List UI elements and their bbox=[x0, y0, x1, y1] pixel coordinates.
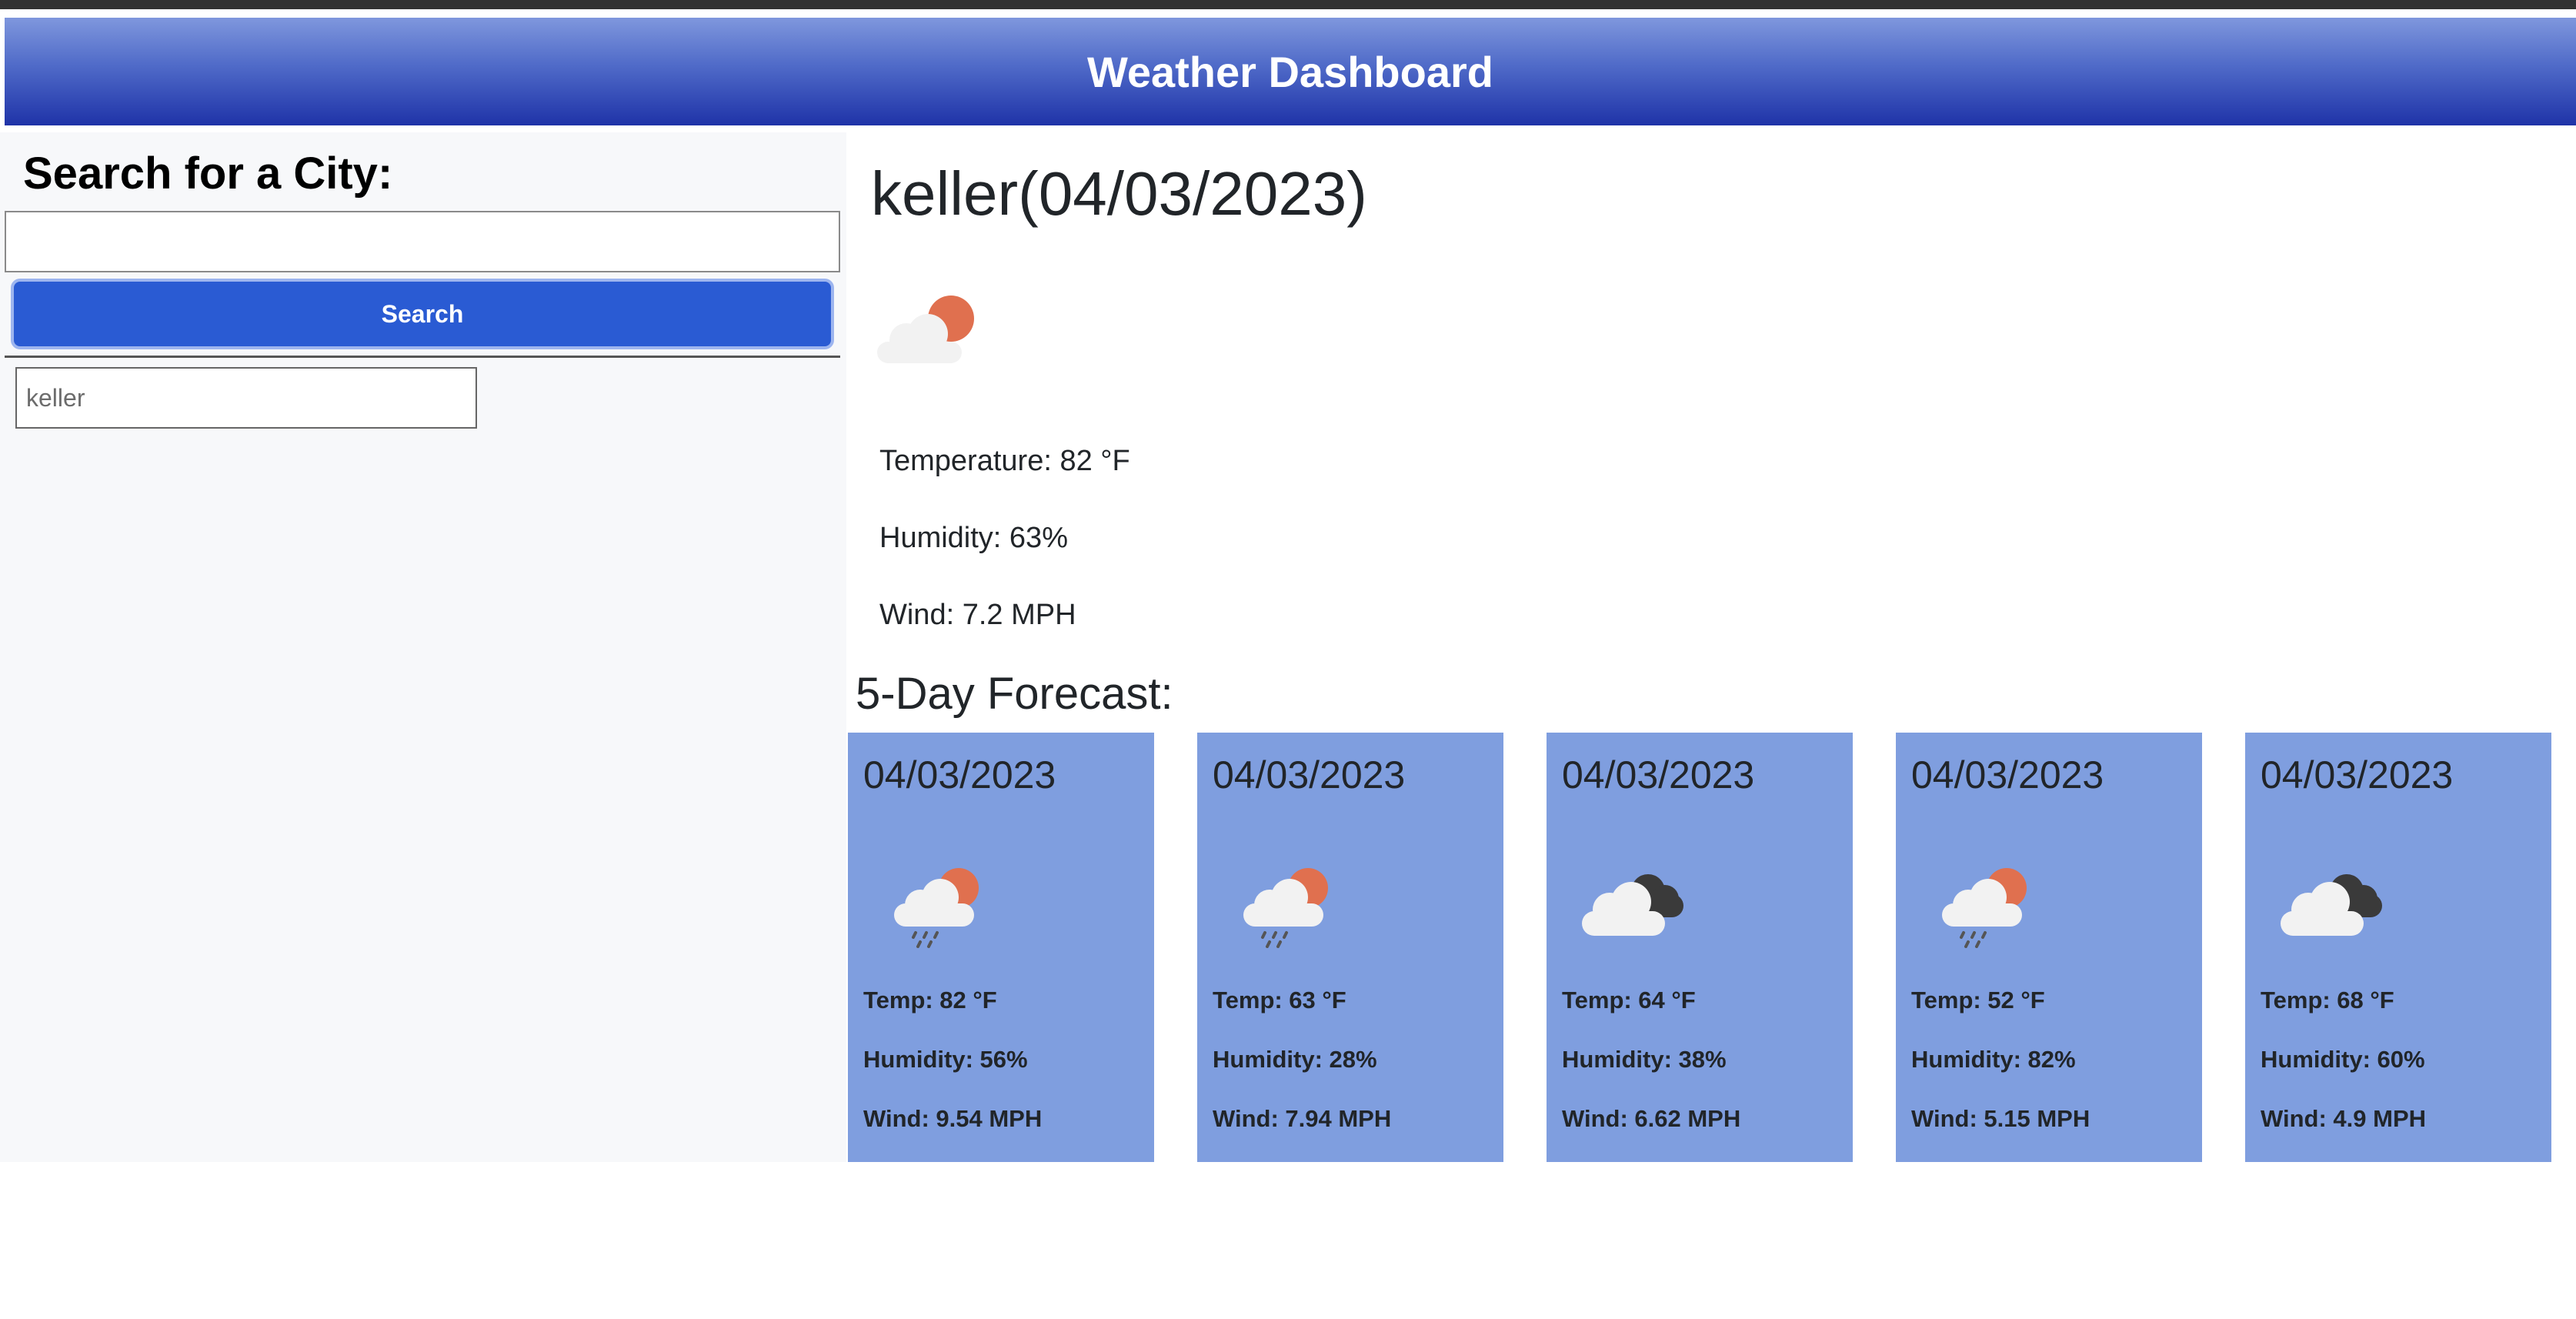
browser-top-bar bbox=[0, 0, 2576, 9]
forecast-temp: Temp: 68 °F bbox=[2261, 987, 2394, 1013]
forecast-wind: Wind: 6.62 MPH bbox=[1562, 1105, 1741, 1132]
rain-sun-icon bbox=[1942, 868, 2027, 948]
forecast-date: 04/03/2023 bbox=[863, 753, 1056, 796]
history-item-keller[interactable]: keller bbox=[15, 367, 477, 429]
sidebar-divider bbox=[5, 356, 840, 358]
page-title: Weather Dashboard bbox=[1087, 47, 1493, 96]
forecast-humidity: Humidity: 38% bbox=[1562, 1046, 1727, 1073]
forecast-humidity: Humidity: 56% bbox=[863, 1046, 1028, 1073]
forecast-wind: Wind: 5.15 MPH bbox=[1911, 1105, 2090, 1132]
forecast-card: 04/03/2023 Temp: 63 °F Humidity: 28% Win… bbox=[1197, 733, 1503, 1162]
forecast-wind: Wind: 4.9 MPH bbox=[2261, 1105, 2427, 1132]
forecast-temp: Temp: 52 °F bbox=[1911, 987, 2045, 1013]
forecast-date: 04/03/2023 bbox=[1911, 753, 2104, 796]
forecast-temp: Temp: 64 °F bbox=[1562, 987, 1696, 1013]
current-wind: Wind: 7.2 MPH bbox=[879, 599, 1076, 631]
rain-sun-icon bbox=[1243, 868, 1328, 948]
forecast-date: 04/03/2023 bbox=[2261, 753, 2454, 796]
page-header: Weather Dashboard bbox=[5, 18, 2576, 125]
forecast-humidity: Humidity: 82% bbox=[1911, 1046, 2076, 1073]
rain-sun-icon bbox=[894, 868, 979, 948]
forecast-temp: Temp: 63 °F bbox=[1213, 987, 1346, 1013]
forecast-humidity: Humidity: 28% bbox=[1213, 1046, 1377, 1073]
forecast-wind: Wind: 9.54 MPH bbox=[863, 1105, 1043, 1132]
forecast-date: 04/03/2023 bbox=[1213, 753, 1406, 796]
search-button[interactable]: Search bbox=[11, 279, 834, 349]
forecast-temp: Temp: 82 °F bbox=[863, 987, 997, 1013]
forecast-humidity: Humidity: 60% bbox=[2261, 1046, 2425, 1073]
forecast-card: 04/03/2023 Temp: 82 °F Humidity: 56% Win… bbox=[848, 733, 1154, 1162]
forecast-wind: Wind: 7.94 MPH bbox=[1213, 1105, 1392, 1132]
forecast-card: 04/03/2023 Temp: 52 °F Humidity: 82% Win… bbox=[1896, 733, 2202, 1162]
search-heading: Search for a City: bbox=[23, 149, 393, 199]
forecast-heading: 5-Day Forecast: bbox=[856, 669, 1173, 719]
forecast-card: 04/03/2023 Temp: 68 °F Humidity: 60% Win… bbox=[2245, 733, 2551, 1162]
current-temperature: Temperature: 82 °F bbox=[879, 445, 1130, 477]
current-city-title: keller(04/03/2023) bbox=[871, 159, 1367, 228]
partly-cloudy-icon bbox=[877, 296, 974, 363]
dark-cloud-icon bbox=[2281, 874, 2382, 936]
forecast-card: 04/03/2023 Temp: 64 °F Humidity: 38% Win… bbox=[1547, 733, 1853, 1162]
forecast-date: 04/03/2023 bbox=[1562, 753, 1755, 796]
current-humidity: Humidity: 63% bbox=[879, 522, 1068, 554]
city-search-input[interactable] bbox=[5, 211, 840, 272]
dark-cloud-icon bbox=[1582, 874, 1683, 936]
